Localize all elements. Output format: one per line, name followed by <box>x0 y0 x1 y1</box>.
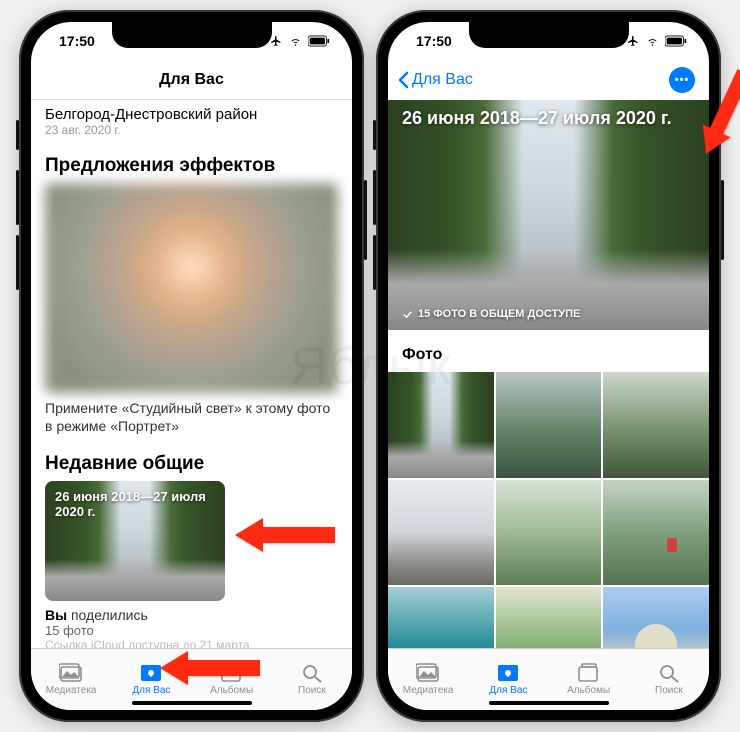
check-icon <box>402 309 413 320</box>
tab-label: Поиск <box>655 685 683 696</box>
hero-shared-badge: 15 ФОТО В ОБЩЕМ ДОСТУПЕ <box>402 308 580 320</box>
library-icon <box>416 663 440 683</box>
tab-label: Медиатека <box>46 685 97 696</box>
annotation-arrow <box>160 643 260 693</box>
status-time: 17:50 <box>59 33 95 49</box>
back-button[interactable]: Для Вас <box>398 71 473 89</box>
shared-you: Вы <box>45 607 67 623</box>
hero-badge-text: 15 ФОТО В ОБЩЕМ ДОСТУПЕ <box>418 308 580 320</box>
shared-count: 15 фото <box>45 623 338 638</box>
home-indicator[interactable] <box>132 701 252 705</box>
tab-library[interactable]: Медиатека <box>388 649 468 710</box>
recent-shared-card[interactable]: 26 июня 2018—27 июля 2020 г. <box>45 481 225 601</box>
nav-bar: Для Вас <box>31 60 352 100</box>
status-time: 17:50 <box>416 33 452 49</box>
photo-thumb[interactable] <box>496 372 602 478</box>
back-label: Для Вас <box>412 71 473 89</box>
hero-title: 26 июня 2018—27 июля 2020 г. <box>402 108 695 129</box>
battery-icon <box>665 35 687 47</box>
ellipsis-icon: ••• <box>675 74 690 86</box>
notch <box>469 22 629 48</box>
wifi-icon <box>645 35 660 47</box>
photo-thumb[interactable] <box>496 587 602 648</box>
status-icons <box>626 35 687 47</box>
more-button[interactable]: ••• <box>669 67 695 93</box>
airplane-icon <box>626 35 640 47</box>
tab-label: Медиатека <box>403 685 454 696</box>
shared-rest: поделились <box>67 607 148 623</box>
wifi-icon <box>288 35 303 47</box>
effects-heading: Предложения эффектов <box>45 155 338 177</box>
photos-heading: Фото <box>402 346 695 364</box>
tab-label: Для Вас <box>489 685 527 696</box>
tab-search[interactable]: Поиск <box>272 649 352 710</box>
location-date: 23 авг. 2020 г. <box>45 123 338 137</box>
page-title: Для Вас <box>159 71 224 89</box>
recent-heading: Недавние общие <box>45 453 338 475</box>
photo-thumb[interactable] <box>388 372 494 478</box>
photo-grid <box>388 372 709 648</box>
battery-icon <box>308 35 330 47</box>
recent-card-title: 26 июня 2018—27 июля 2020 г. <box>55 489 215 519</box>
effects-photo[interactable] <box>45 183 338 393</box>
tab-label: Альбомы <box>567 685 610 696</box>
photo-thumb[interactable] <box>388 480 494 586</box>
search-icon <box>657 663 681 683</box>
tab-search[interactable]: Поиск <box>629 649 709 710</box>
annotation-arrow <box>235 510 335 560</box>
hero-image[interactable]: 26 июня 2018—27 июля 2020 г. 15 ФОТО В О… <box>388 100 709 330</box>
home-indicator[interactable] <box>489 701 609 705</box>
shared-meta: Вы поделились <box>45 607 338 623</box>
photo-thumb[interactable] <box>603 587 709 648</box>
search-icon <box>300 663 324 683</box>
photo-thumb[interactable] <box>603 372 709 478</box>
nav-bar: Для Вас ••• <box>388 60 709 100</box>
tab-label: Поиск <box>298 685 326 696</box>
chevron-left-icon <box>398 71 409 89</box>
effects-caption: Примените «Студийный свет» к этому фото … <box>45 399 338 435</box>
photo-thumb[interactable] <box>496 480 602 586</box>
phone-left: 17:50 Для Вас Белгород-Днестровский райо… <box>19 10 364 722</box>
photo-thumb[interactable] <box>388 587 494 648</box>
for-you-icon <box>496 663 520 683</box>
albums-icon <box>577 663 601 683</box>
phone-right: 17:50 Для Вас ••• 26 июня 2018—27 июля 2… <box>376 10 721 722</box>
airplane-icon <box>269 35 283 47</box>
tab-library[interactable]: Медиатека <box>31 649 111 710</box>
library-icon <box>59 663 83 683</box>
photo-thumb[interactable] <box>603 480 709 586</box>
content-scroll[interactable]: 26 июня 2018—27 июля 2020 г. 15 ФОТО В О… <box>388 100 709 648</box>
location-title: Белгород-Днестровский район <box>45 106 338 123</box>
content-scroll[interactable]: Белгород-Днестровский район 23 авг. 2020… <box>31 100 352 648</box>
status-icons <box>269 35 330 47</box>
notch <box>112 22 272 48</box>
